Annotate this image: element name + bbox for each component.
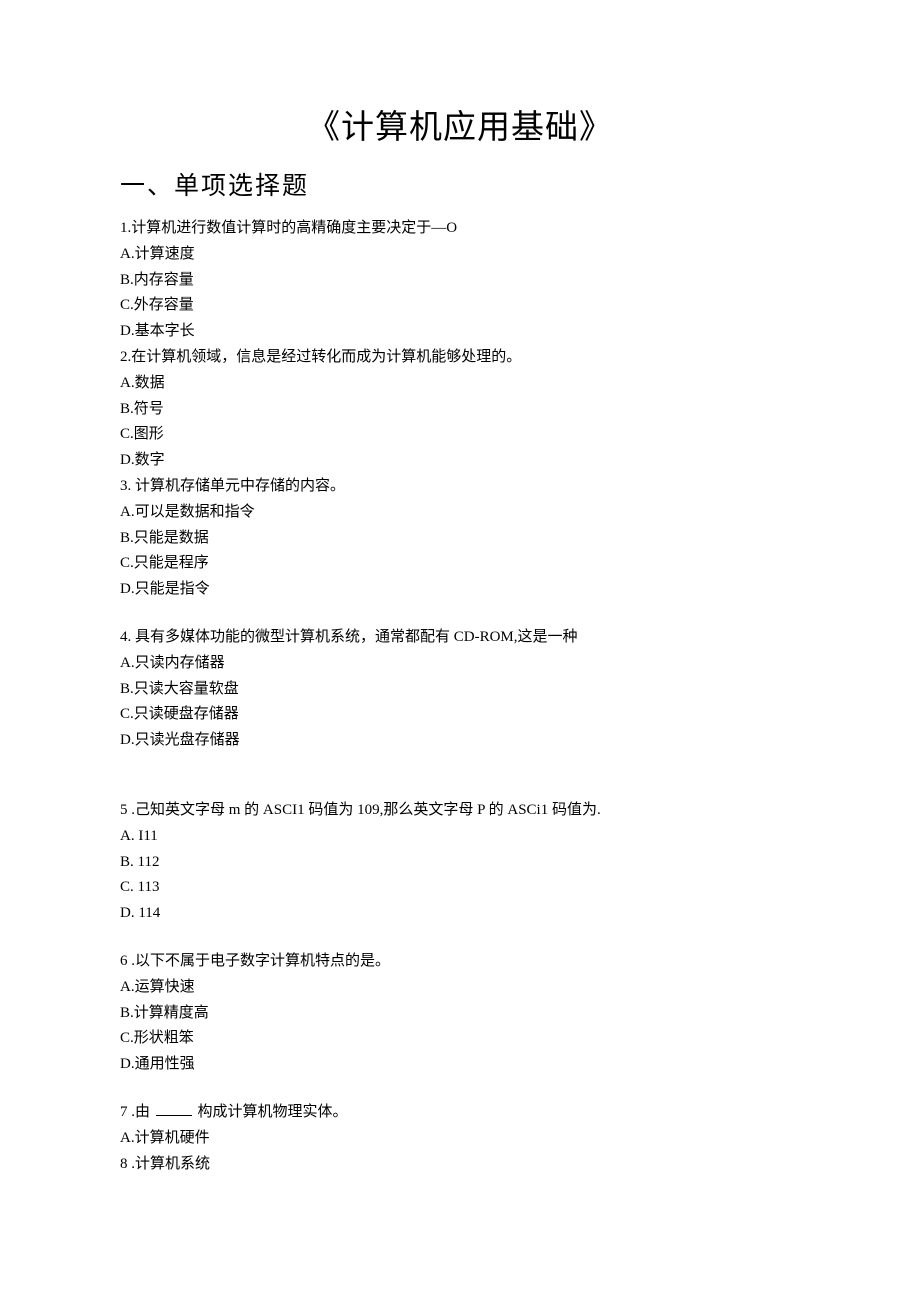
q5-option-a: A. I11: [120, 824, 800, 850]
q6-option-a: A.运算快速: [120, 975, 800, 1001]
q5-stem: 5 .己知英文字母 m 的 ASCI1 码值为 109,那么英文字母 P 的 A…: [120, 798, 800, 824]
question-list: 1.计算机进行数值计算时的高精确度主要决定于—O A.计算速度 B.内存容量 C…: [120, 216, 800, 1177]
q3-option-c: C.只能是程序: [120, 551, 800, 577]
q3-stem: 3. 计算机存储单元中存储的内容。: [120, 474, 800, 500]
q2-option-b: B.符号: [120, 397, 800, 423]
spacer: [120, 1078, 800, 1100]
q2-option-c: C.图形: [120, 422, 800, 448]
q7-stem-prefix: 7 .由: [120, 1104, 154, 1120]
document-page: 《计算机应用基础》 一、单项选择题 1.计算机进行数值计算时的高精确度主要决定于…: [0, 0, 920, 1237]
q3-option-d: D.只能是指令: [120, 577, 800, 603]
document-title: 《计算机应用基础》: [120, 100, 800, 148]
q5-option-d: D. 114: [120, 901, 800, 927]
q2-option-a: A.数据: [120, 371, 800, 397]
section-heading: 一、单项选择题: [120, 166, 800, 202]
q1-option-b: B.内存容量: [120, 268, 800, 294]
spacer: [120, 927, 800, 949]
q4-option-b: B.只读大容量软盘: [120, 677, 800, 703]
q1-option-a: A.计算速度: [120, 242, 800, 268]
spacer: [120, 603, 800, 625]
fill-blank: [156, 1101, 192, 1116]
q3-option-a: A.可以是数据和指令: [120, 500, 800, 526]
q6-option-b: B.计算精度高: [120, 1001, 800, 1027]
q2-stem: 2.在计算机领域，信息是经过转化而成为计算机能够处理的。: [120, 345, 800, 371]
q3-option-b: B.只能是数据: [120, 526, 800, 552]
q7-stem-suffix: 构成计算机物理实体。: [194, 1104, 348, 1120]
q7-option-a: A.计算机硬件: [120, 1126, 800, 1152]
q4-option-d: D.只读光盘存储器: [120, 728, 800, 754]
q1-option-d: D.基本字长: [120, 319, 800, 345]
q1-stem: 1.计算机进行数值计算时的高精确度主要决定于—O: [120, 216, 800, 242]
q2-option-d: D.数字: [120, 448, 800, 474]
q6-option-c: C.形状粗笨: [120, 1026, 800, 1052]
q4-option-a: A.只读内存储器: [120, 651, 800, 677]
q4-stem: 4. 具有多媒体功能的微型计算机系统，通常都配有 CD-ROM,这是一种: [120, 625, 800, 651]
q6-stem: 6 .以下不属于电子数字计算机特点的是。: [120, 949, 800, 975]
q8-stem: 8 .计算机系统: [120, 1152, 800, 1178]
q7-stem: 7 .由 构成计算机物理实体。: [120, 1100, 800, 1126]
q4-option-c: C.只读硬盘存储器: [120, 702, 800, 728]
q1-option-c: C.外存容量: [120, 293, 800, 319]
q5-option-c: C. 113: [120, 875, 800, 901]
q5-option-b: B. 112: [120, 850, 800, 876]
q6-option-d: D.通用性强: [120, 1052, 800, 1078]
spacer: [120, 754, 800, 798]
